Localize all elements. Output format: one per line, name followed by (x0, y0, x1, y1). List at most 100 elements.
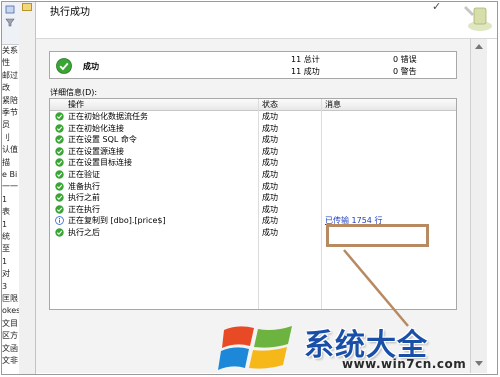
folder-icon[interactable] (22, 3, 32, 11)
details-label: 详细信息(D): (50, 88, 98, 97)
warning-count: 0 (393, 67, 399, 76)
left-panel-item[interactable]: 区方 (2, 331, 18, 341)
table-row[interactable]: 正在设置目标连接 成功 (50, 157, 456, 168)
left-panel-item[interactable]: okes (2, 306, 19, 316)
windows-logo-icon (218, 326, 292, 370)
total-label: 总计 (303, 55, 320, 64)
left-panel-item[interactable]: 文目 (2, 319, 18, 329)
row-status: 成功 (262, 112, 278, 121)
left-panel-item[interactable]: 文函 (2, 344, 18, 354)
table-row[interactable]: 正在执行 成功 (50, 204, 456, 215)
filter-icon[interactable] (5, 18, 15, 27)
table-row[interactable]: 正在验证 成功 (50, 169, 456, 180)
left-panel-item[interactable]: e Bi (2, 170, 17, 180)
success-count: 11 (291, 67, 302, 76)
table-row[interactable]: 正在初始化连接 成功 (50, 123, 456, 134)
row-status: 成功 (262, 204, 278, 214)
left-panel-item[interactable]: 1 (2, 195, 7, 205)
row-status: 成功 (262, 158, 278, 168)
left-panel-item[interactable]: 1 (2, 257, 7, 267)
connect-icon[interactable] (5, 5, 15, 14)
summary-box: 成功 11 总计 11 成功 0 错误 0 警告 (49, 51, 457, 79)
info-icon (55, 216, 64, 226)
left-panel-item[interactable]: 刂 (2, 133, 10, 143)
success-icon (56, 58, 72, 74)
row-status: 成功 (262, 123, 278, 133)
table-row[interactable]: 正在设置源连接 成功 (50, 146, 456, 157)
left-panel-item[interactable]: 3 (2, 282, 7, 292)
success-icon (55, 123, 64, 133)
row-action: 正在设置 SQL 命令 (68, 135, 137, 145)
column-header-message[interactable]: 消息 (325, 100, 341, 109)
error-stat: 0 错误 (393, 54, 417, 65)
row-action: 正在验证 (68, 170, 100, 179)
highlight-annotation-box (326, 224, 429, 247)
column-header-action[interactable]: 操作 (68, 100, 84, 109)
row-status: 成功 (262, 193, 278, 203)
left-panel-item[interactable]: 季节 (2, 108, 18, 118)
tool-strip (19, 2, 36, 374)
row-action: 准备执行 (68, 181, 100, 191)
left-panel-item[interactable]: 员 (2, 120, 10, 130)
row-action: 正在设置源连接 (68, 146, 124, 156)
left-panel-item[interactable]: 邮过 (2, 71, 18, 81)
left-panel-item[interactable]: 对 (2, 269, 10, 279)
success-icon (55, 135, 64, 144)
left-panel-item[interactable]: 一一 (2, 182, 18, 192)
success-stat: 11 成功 (291, 66, 320, 77)
table-row[interactable]: 正在初始化数据流任务 成功 (50, 111, 456, 122)
left-panel-item[interactable]: 匡限 (2, 294, 18, 304)
left-panel-item[interactable]: 表 (2, 207, 10, 217)
row-action: 正在设置目标连接 (68, 158, 132, 168)
row-status: 成功 (262, 146, 278, 156)
row-action: 正在初始化数据流任务 (68, 112, 148, 121)
warning-label: 警告 (400, 67, 417, 76)
check-icon: ✓ (432, 1, 442, 13)
success-icon (55, 112, 64, 121)
success-icon (55, 181, 64, 191)
row-action: 正在复制到 [dbo].[price$] (68, 216, 166, 226)
left-panel-item[interactable]: 紧陪 (2, 96, 18, 106)
grid-header: 操作 状态 消息 (50, 99, 456, 111)
left-panel-item[interactable]: 描 (2, 158, 10, 168)
left-object-panel: 关系性邮过改紧陪季节员刂认值描 e Bi 一一 1 表 1 统至 1 对 3 匡限 okes 文目区方文… (2, 2, 20, 374)
table-row[interactable]: 执行之前 成功 (50, 192, 456, 203)
wizard-icon (464, 6, 492, 31)
table-row[interactable]: 正在设置 SQL 命令 成功 (50, 134, 456, 145)
row-action: 执行之前 (68, 193, 100, 203)
row-action: 执行之后 (68, 228, 100, 237)
error-label: 错误 (400, 55, 417, 64)
left-panel-item[interactable]: 性 (2, 58, 10, 68)
success-icon (55, 228, 64, 237)
total-count: 11 (291, 55, 302, 64)
row-status: 成功 (262, 216, 278, 226)
summary-status: 成功 (83, 62, 99, 71)
success-icon (55, 147, 64, 156)
success-label: 成功 (303, 67, 320, 76)
success-icon (55, 170, 64, 179)
column-header-status[interactable]: 状态 (262, 100, 278, 109)
left-panel-item[interactable]: 文非 (2, 356, 18, 366)
row-status: 成功 (262, 181, 278, 191)
left-panel-item[interactable]: 认值 (2, 145, 18, 155)
total-stat: 11 总计 (291, 54, 320, 65)
success-icon (55, 158, 64, 168)
left-toolbar (2, 2, 19, 45)
row-action: 正在初始化连接 (68, 123, 124, 133)
watermark-url: www.win7cn.com (342, 357, 467, 371)
left-panel-item[interactable]: 改 (2, 83, 10, 93)
left-panel-item[interactable]: 1 (2, 220, 7, 230)
row-action: 正在执行 (68, 204, 100, 214)
error-count: 0 (393, 55, 399, 64)
left-panel-item[interactable]: 统 (2, 232, 10, 242)
row-status: 成功 (262, 228, 278, 237)
left-panel-item[interactable]: 至 (2, 244, 10, 254)
watermark: 系统大全 www.win7cn.com (218, 314, 500, 377)
success-icon (55, 193, 64, 202)
warning-stat: 0 警告 (393, 66, 417, 77)
scroll-up-arrow[interactable] (475, 44, 483, 49)
table-row[interactable]: 准备执行 成功 (50, 181, 456, 192)
dialog-title: 执行成功 (50, 7, 90, 18)
dialog-header: 执行成功 ✓ (36, 1, 497, 39)
left-panel-item[interactable]: 关系 (2, 46, 18, 56)
